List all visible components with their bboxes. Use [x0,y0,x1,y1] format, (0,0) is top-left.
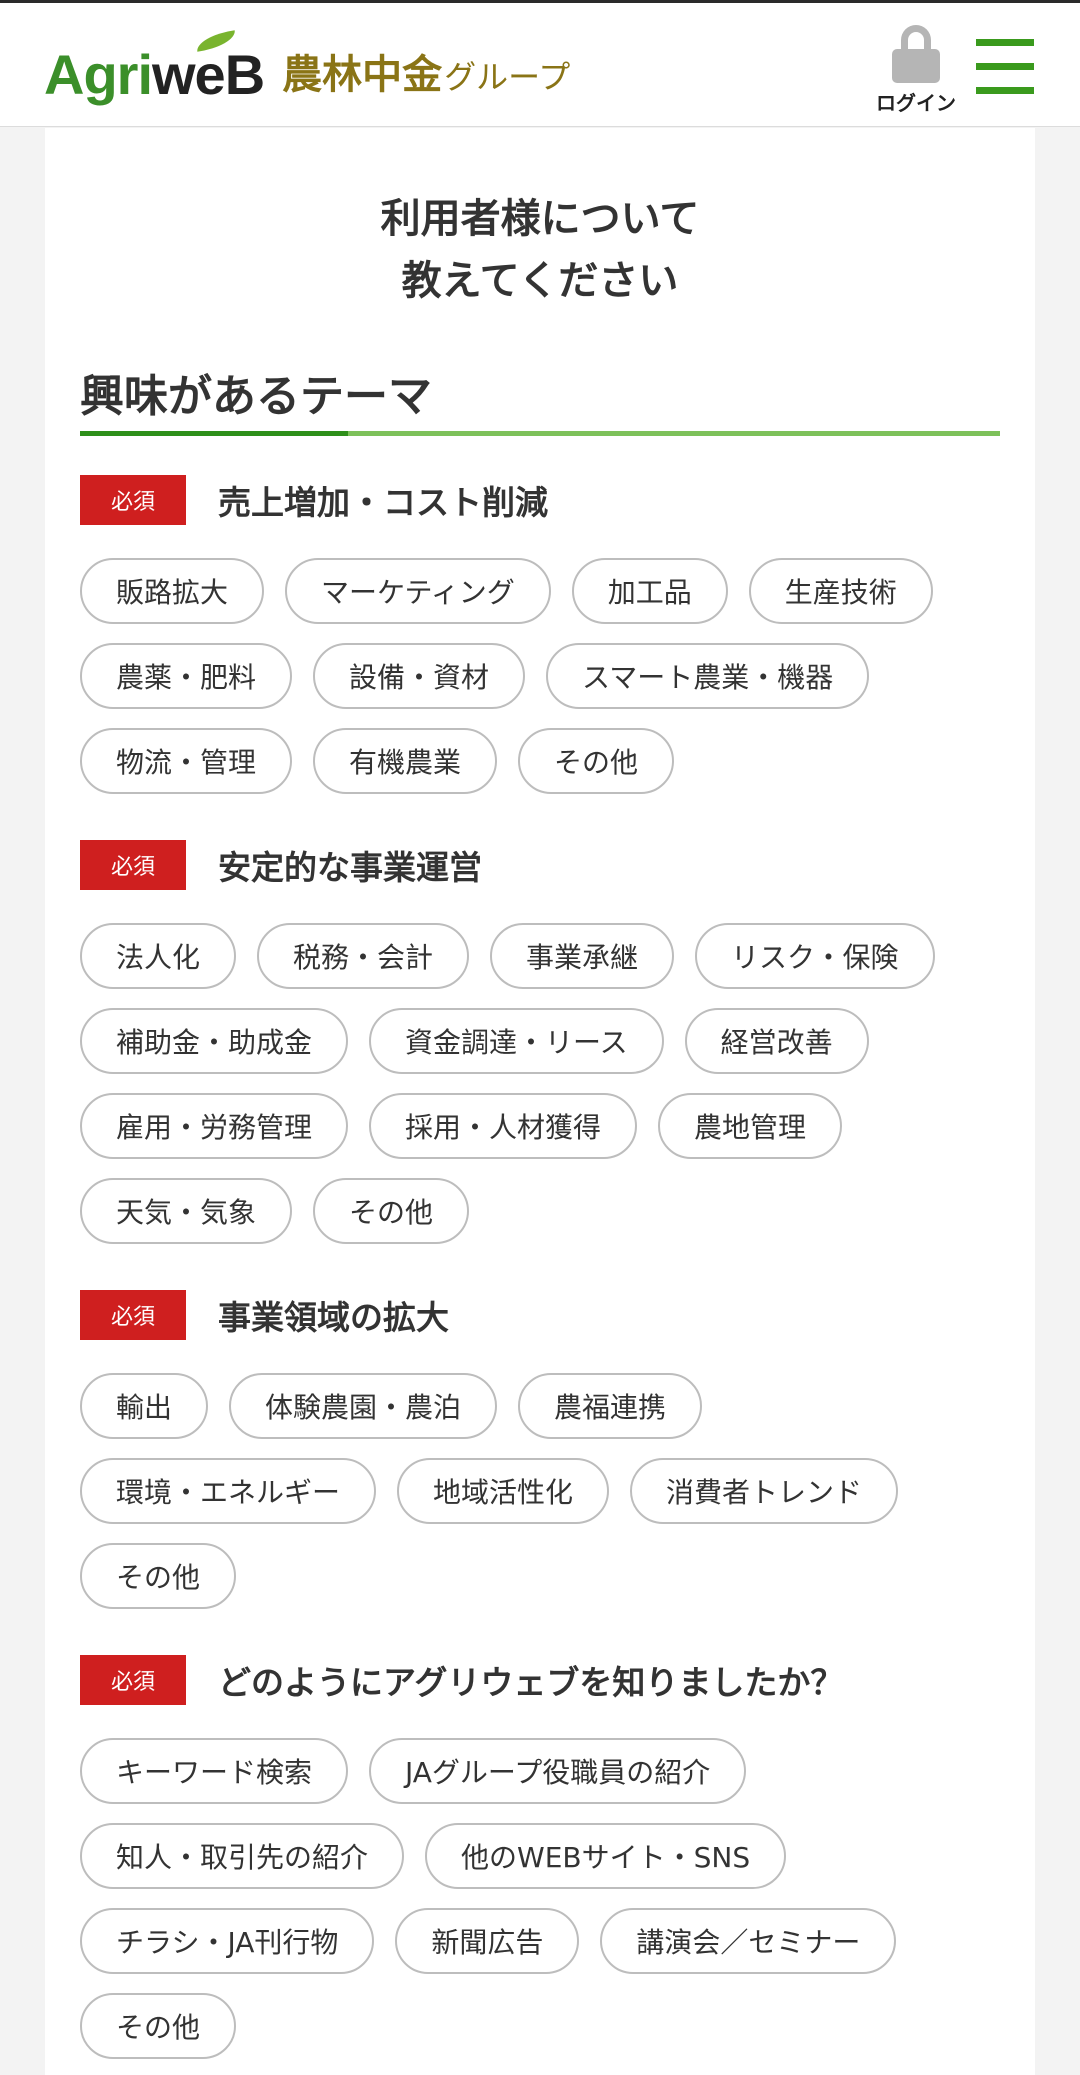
option-chip[interactable]: 環境・エネルギー [80,1458,377,1524]
question-stable-operation: 必須 安定的な事業運営 法人化 税務・会計 事業承継 リスク・保険 補助金・助成… [80,839,1000,1244]
option-chip[interactable]: その他 [313,1178,470,1244]
option-chip[interactable]: 販路拡大 [80,558,265,624]
option-chip[interactable]: 資金調達・リース [369,1008,664,1074]
option-chip[interactable]: 事業承継 [490,923,675,989]
option-chip[interactable]: 消費者トレンド [630,1458,899,1524]
required-badge: 必須 [80,1655,186,1705]
option-chips: 法人化 税務・会計 事業承継 リスク・保険 補助金・助成金 資金調達・リース 経… [80,923,1000,1244]
survey-card: 利用者様について 教えてください 興味があるテーマ 必須 売上増加・コスト削減 … [45,128,1035,2075]
question-sales-cost: 必須 売上増加・コスト削減 販路拡大 マーケティング 加工品 生産技術 農薬・肥… [80,474,1000,794]
option-chip[interactable]: その他 [518,728,675,794]
agriweb-logo[interactable]: Agri weB 農林中金 グループ [44,30,570,111]
login-label: ログイン [876,91,956,115]
section-title: 興味があるテーマ [80,371,432,422]
option-chip[interactable]: 採用・人材獲得 [369,1093,638,1159]
intro-line-2: 教えてください [401,258,679,304]
option-chip[interactable]: 加工品 [571,558,728,624]
option-chips: 販路拡大 マーケティング 加工品 生産技術 農薬・肥料 設備・資材 スマート農業… [80,558,1000,794]
option-chip[interactable]: 物流・管理 [80,728,293,794]
section-underline [80,431,1000,436]
option-chip[interactable]: 雇用・労務管理 [80,1093,349,1159]
required-badge: 必須 [80,475,186,525]
required-badge: 必須 [80,840,186,890]
logo-web-text: weB [152,43,265,106]
option-chip[interactable]: マーケティング [285,558,551,624]
logo-group-suffix: グループ [444,58,571,96]
option-chip[interactable]: 農福連携 [518,1373,703,1439]
logo-agri-text: Agri [44,43,153,106]
menu-icon[interactable] [976,39,1034,95]
option-chip[interactable]: 生産技術 [748,558,933,624]
option-chip[interactable]: 税務・会計 [257,923,470,989]
question-title: 売上増加・コスト削減 [218,483,548,522]
option-chip[interactable]: 他のWEBサイト・SNS [425,1823,787,1889]
option-chip[interactable]: 輸出 [80,1373,209,1439]
question-title: 事業領域の拡大 [218,1298,449,1337]
option-chip[interactable]: 経営改善 [684,1008,869,1074]
intro-heading: 利用者様について 教えてください [45,188,1035,312]
option-chip[interactable]: 講演会／セミナー [600,1908,897,1974]
option-chip[interactable]: 地域活性化 [397,1458,610,1524]
option-chip[interactable]: リスク・保険 [695,923,935,989]
logo-group-text: 農林中金 グループ [282,55,570,95]
option-chip[interactable]: 法人化 [80,923,237,989]
option-chip[interactable]: 体験農園・農泊 [229,1373,498,1439]
intro-line-1: 利用者様について [380,196,700,242]
option-chip[interactable]: その他 [80,1993,237,2059]
option-chip[interactable]: 有機農業 [313,728,498,794]
question-title: 安定的な事業運営 [218,848,482,887]
question-business-expansion: 必須 事業領域の拡大 輸出 体験農園・農泊 農福連携 環境・エネルギー 地域活性… [80,1289,1000,1609]
option-chip[interactable]: 農薬・肥料 [80,643,293,709]
option-chip[interactable]: 設備・資材 [313,643,526,709]
login-button[interactable]: ログイン [868,23,964,116]
option-chip[interactable]: キーワード検索 [80,1738,349,1804]
option-chip[interactable]: スマート農業・機器 [546,643,870,709]
logo-group-main: 農林中金 [282,52,443,98]
option-chip[interactable]: チラシ・JA刊行物 [80,1908,375,1974]
option-chip[interactable]: その他 [80,1543,237,1609]
option-chip[interactable]: 天気・気象 [80,1178,293,1244]
site-header: Agri weB 農林中金 グループ ログイン [0,3,1080,127]
lock-icon [892,23,940,83]
option-chips: 輸出 体験農園・農泊 農福連携 環境・エネルギー 地域活性化 消費者トレンド そ… [80,1373,1000,1609]
option-chip[interactable]: JAグループ役職員の紹介 [369,1738,747,1804]
required-badge: 必須 [80,1290,186,1340]
option-chip[interactable]: 農地管理 [658,1093,843,1159]
option-chips: キーワード検索 JAグループ役職員の紹介 知人・取引先の紹介 他のWEBサイト・… [80,1738,1000,2059]
question-how-did-you-know: 必須 どのようにアグリウェブを知りましたか？ キーワード検索 JAグループ役職員… [80,1654,1000,2059]
option-chip[interactable]: 新聞広告 [395,1908,580,1974]
option-chip[interactable]: 補助金・助成金 [80,1008,349,1074]
option-chip[interactable]: 知人・取引先の紹介 [80,1823,405,1889]
question-title: どのようにアグリウェブを知りましたか？ [218,1663,844,1702]
